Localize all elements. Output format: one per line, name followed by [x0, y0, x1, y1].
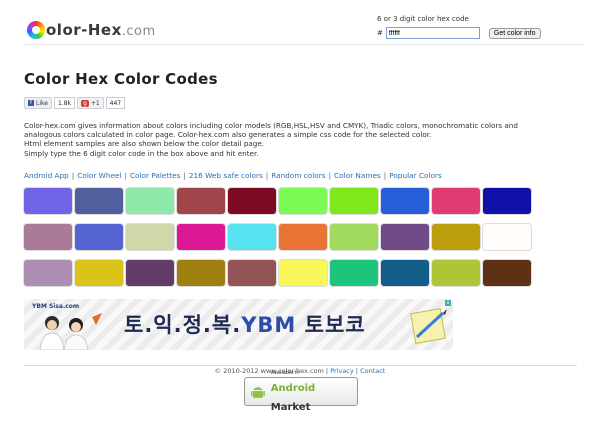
facebook-like-button[interactable]: f Like — [24, 97, 52, 109]
color-swatch[interactable] — [228, 224, 276, 250]
color-swatch[interactable] — [483, 260, 531, 286]
color-swatch[interactable] — [228, 260, 276, 286]
color-swatch[interactable] — [432, 188, 480, 214]
color-swatch[interactable] — [228, 188, 276, 214]
color-swatch[interactable] — [330, 224, 378, 250]
color-swatch[interactable] — [381, 260, 429, 286]
color-swatch[interactable] — [330, 260, 378, 286]
site-logo[interactable]: olor-Hex.com — [27, 20, 156, 40]
color-swatch[interactable] — [432, 224, 480, 250]
description-line: Simply type the 6 digit color code in th… — [24, 148, 259, 158]
like-count: 1.8k — [53, 97, 75, 109]
pencil-note-icon — [410, 308, 447, 344]
color-swatch[interactable] — [75, 188, 123, 214]
site-header: olor-Hex.com 6 or 3 digit color hex code… — [0, 0, 600, 44]
android-icon — [251, 386, 265, 398]
ad-people-image — [39, 313, 102, 350]
description-line: Color-hex.com gives information about co… — [24, 121, 518, 140]
color-wheel-logo-icon — [27, 21, 45, 39]
link-popular-colors[interactable]: Popular Colors — [389, 171, 442, 180]
site-description: Color-hex.com gives information about co… — [24, 121, 554, 158]
color-swatch[interactable] — [24, 224, 72, 250]
color-swatch[interactable] — [279, 188, 327, 214]
hex-search-label: 6 or 3 digit color hex code — [377, 15, 469, 23]
color-swatch[interactable] — [75, 260, 123, 286]
link-web-safe-colors[interactable]: 216 Web safe colors — [189, 171, 263, 180]
facebook-icon: f — [28, 100, 34, 106]
color-swatch[interactable] — [483, 188, 531, 214]
color-swatch[interactable] — [330, 188, 378, 214]
page-title: Color Hex Color Codes — [24, 70, 218, 88]
ad-banner[interactable]: YBM Sisa.com 토.익.정.복.YBM 토보코 x — [24, 299, 453, 350]
link-color-wheel[interactable]: Color Wheel — [77, 171, 121, 180]
market-title: Android Market — [270, 382, 316, 413]
color-swatch[interactable] — [126, 224, 174, 250]
description-line: Html element samples are also shown belo… — [24, 139, 265, 149]
logo-text: olor-Hex.com — [46, 21, 156, 39]
color-swatch-grid — [24, 188, 534, 286]
google-plus-icon: g — [81, 99, 89, 107]
color-swatch[interactable] — [483, 224, 531, 250]
market-available-text: Available in — [270, 369, 300, 376]
contact-link[interactable]: Contact — [360, 367, 385, 375]
color-swatch[interactable] — [177, 224, 225, 250]
social-buttons: f Like 1.8k g +1 447 — [24, 97, 126, 109]
nav-links: Android App | Color Wheel | Color Palettes | 2… — [24, 171, 442, 180]
color-swatch[interactable] — [279, 224, 327, 250]
color-swatch[interactable] — [279, 260, 327, 286]
color-swatch[interactable] — [381, 224, 429, 250]
get-color-info-button[interactable]: Get color info — [488, 27, 541, 39]
color-swatch[interactable] — [381, 188, 429, 214]
color-swatch[interactable] — [432, 260, 480, 286]
color-swatch[interactable] — [24, 188, 72, 214]
link-random-colors[interactable]: Random colors — [271, 171, 325, 180]
hex-search-form: 6 or 3 digit color hex code # Get color … — [377, 15, 541, 39]
footer-divider — [24, 365, 577, 366]
color-swatch[interactable] — [126, 260, 174, 286]
color-swatch[interactable] — [75, 224, 123, 250]
link-android-app[interactable]: Android App — [24, 171, 69, 180]
link-color-names[interactable]: Color Names — [334, 171, 381, 180]
ad-close-icon[interactable]: x — [445, 300, 451, 306]
hash-label: # — [377, 29, 383, 37]
color-swatch[interactable] — [177, 260, 225, 286]
android-market-badge[interactable]: Available in Android Market — [244, 370, 358, 413]
color-swatch[interactable] — [24, 260, 72, 286]
gplus-count: 447 — [105, 97, 126, 109]
color-swatch[interactable] — [177, 188, 225, 214]
ad-headline: 토.익.정.복.YBM 토보코 — [124, 313, 366, 337]
link-color-palettes[interactable]: Color Palettes — [130, 171, 180, 180]
google-plus-button[interactable]: g +1 — [77, 97, 104, 109]
hex-search-input[interactable] — [385, 27, 480, 39]
color-swatch[interactable] — [126, 188, 174, 214]
ad-brand: YBM Sisa.com — [32, 303, 80, 310]
header-divider — [24, 44, 584, 45]
